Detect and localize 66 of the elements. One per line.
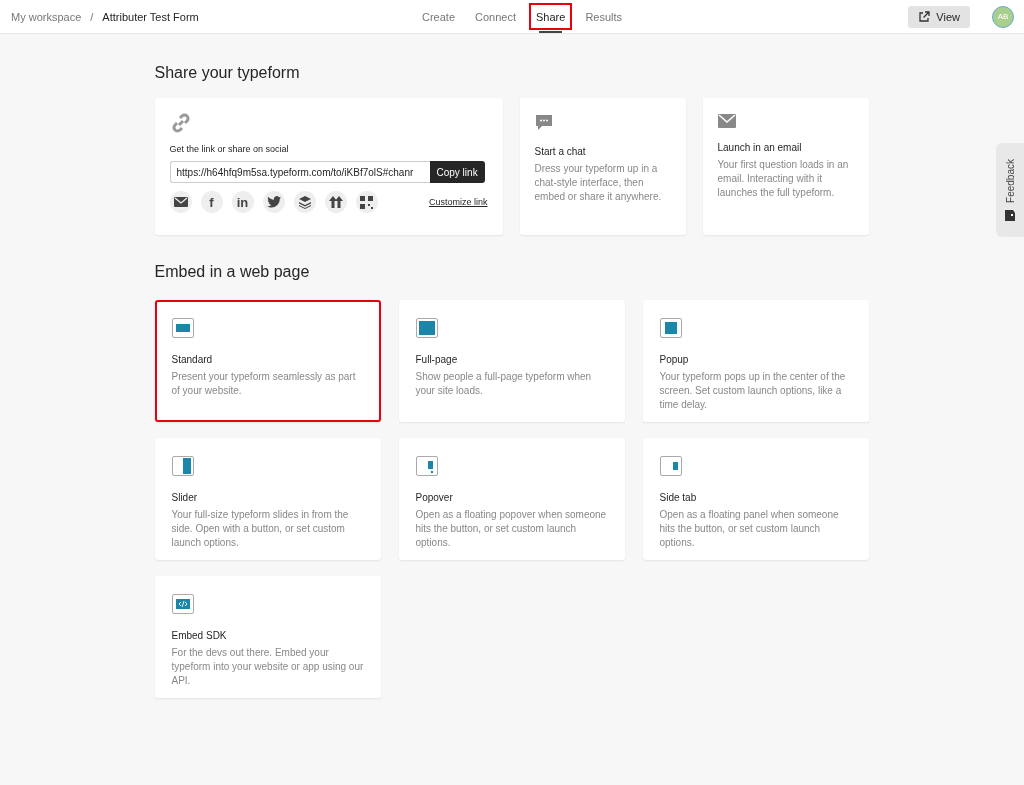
embed-layout-icon bbox=[171, 318, 194, 338]
option-description: Your first question loads in an email. Interacting with it launches the full typeform. bbox=[717, 158, 850, 200]
envelope-icon bbox=[173, 197, 188, 207]
option-title: Start a chat bbox=[534, 146, 587, 157]
share-option-card[interactable]: Launch in an email Your first question loads in an email. Interacting with it launches the full typeform. bbox=[702, 98, 869, 235]
embed-layout-icon bbox=[171, 456, 194, 476]
copy-link-button[interactable]: Copy link bbox=[429, 161, 485, 183]
option-description: Show people a full-page typeform when your site loads. bbox=[415, 370, 593, 398]
link-label: Get the link or share on social bbox=[169, 144, 290, 154]
form-title: Attributer Test Form bbox=[102, 10, 199, 23]
view-button[interactable]: View bbox=[908, 5, 970, 28]
section-title: Embed in a web page bbox=[154, 263, 311, 281]
nav-tab[interactable]: Results bbox=[578, 3, 630, 30]
nav-tab[interactable]: Share bbox=[529, 3, 573, 30]
option-description: Dress your typeform up in a chat-style interface, then embed or share it anywhere. bbox=[534, 162, 663, 204]
social-share-button[interactable]: f bbox=[200, 191, 223, 213]
embed-layout-icon bbox=[659, 318, 682, 338]
social-share-button[interactable] bbox=[324, 191, 347, 213]
layers-icon bbox=[297, 195, 312, 209]
option-title: Side tab bbox=[659, 492, 698, 503]
option-title: Standard bbox=[171, 354, 214, 365]
embed-option-card[interactable]: Standard Present your typeform seamlessly as part of your website. bbox=[154, 300, 381, 422]
option-title: Launch in an email bbox=[717, 142, 803, 153]
option-description: Your full-size typeform slides in from the side. Open with a button, or set custom launch options. bbox=[171, 508, 350, 550]
section-title: Share your typeform bbox=[154, 64, 301, 82]
customize-link[interactable]: Customize link bbox=[428, 197, 488, 207]
workspace-link[interactable]: My workspace bbox=[11, 10, 82, 23]
option-description: Open as a floating popover when someone hits the button, or set custom launch options. bbox=[415, 508, 608, 550]
option-title: Popup bbox=[659, 354, 690, 365]
social-share-button[interactable]: in bbox=[231, 191, 254, 213]
embed-layout-icon bbox=[171, 594, 194, 614]
option-description: Present your typeform seamlessly as part of your website. bbox=[171, 370, 357, 398]
embed-layout-icon bbox=[659, 456, 682, 476]
link-icon bbox=[169, 112, 192, 134]
embed-option-card[interactable]: Side tab Open as a floating panel when someone hits the button, or set custom launch options. bbox=[642, 438, 869, 560]
social-share-button[interactable] bbox=[262, 191, 285, 213]
embed-option-card[interactable]: Popup Your typeform pops up in the center of the screen. Set custom launch options, like a time delay. bbox=[642, 300, 869, 422]
embed-layout-icon bbox=[415, 456, 438, 476]
option-title: Popover bbox=[415, 492, 454, 503]
option-description: Open as a floating panel when someone hits the button, or set custom launch options. bbox=[659, 508, 840, 550]
external-link-icon bbox=[918, 10, 931, 23]
social-share-button[interactable] bbox=[293, 191, 316, 213]
social-share-button[interactable] bbox=[169, 191, 192, 213]
option-description: For the devs out there. Embed your typeform into your website or app using our API. bbox=[171, 646, 364, 688]
social-share-button[interactable] bbox=[355, 191, 378, 213]
option-title: Slider bbox=[171, 492, 199, 503]
embed-option-card[interactable]: Slider Your full-size typeform slides in from the side. Open with a button, or set custom launch options. bbox=[154, 438, 381, 560]
arrows-icon bbox=[328, 195, 343, 209]
nav-tab[interactable]: Connect bbox=[468, 3, 523, 30]
embed-option-card[interactable]: Full-page Show people a full-page typeform when your site loads. bbox=[398, 300, 625, 422]
chat-bubble-icon bbox=[534, 114, 553, 132]
option-description: Your typeform pops up in the center of the screen. Set custom launch options, like a time delay. bbox=[659, 370, 847, 412]
embed-option-card[interactable]: Embed SDK For the devs out there. Embed your typeform into your website or app using our API. bbox=[154, 576, 381, 698]
qr-code-icon bbox=[360, 195, 373, 209]
breadcrumb-separator: / bbox=[90, 10, 94, 23]
link-field[interactable]: https://h64hfq9m5sa.typeform.com/to/iKBf7olS#chanr bbox=[169, 161, 430, 183]
bird-icon bbox=[266, 196, 281, 208]
option-title: Full-page bbox=[415, 354, 459, 365]
embed-layout-icon bbox=[415, 318, 438, 338]
nav-tab[interactable]: Create bbox=[415, 3, 463, 30]
embed-option-card[interactable]: Popover Open as a floating popover when someone hits the button, or set custom launch options. bbox=[398, 438, 625, 560]
option-title: Embed SDK bbox=[171, 630, 228, 641]
feedback-tab[interactable]: Feedback bbox=[996, 143, 1024, 237]
flag-icon bbox=[1005, 210, 1015, 222]
envelope-icon bbox=[717, 114, 736, 128]
share-option-card[interactable]: Start a chat Dress your typeform up in a chat-style interface, then embed or share it anywhere. bbox=[519, 98, 686, 235]
